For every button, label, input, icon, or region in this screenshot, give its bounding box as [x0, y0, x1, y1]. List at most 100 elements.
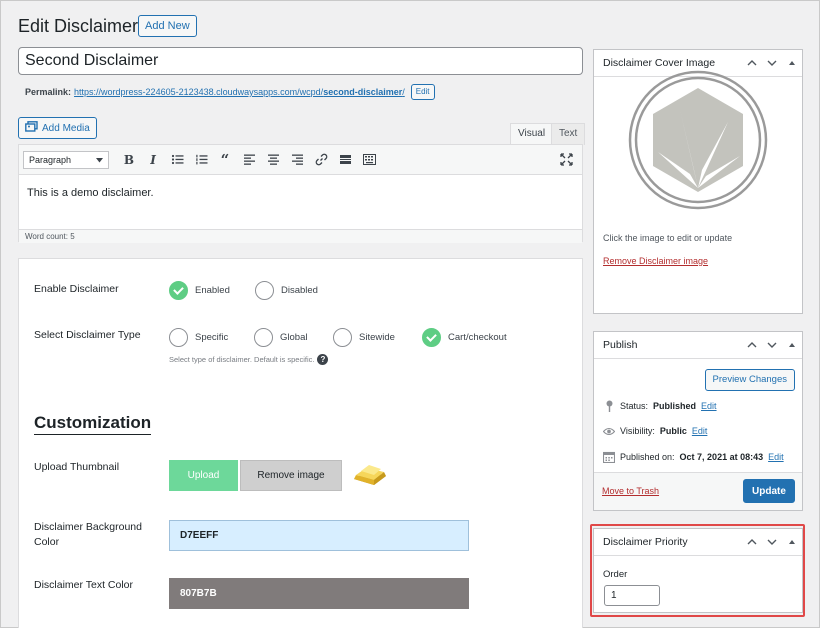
bullet-list-icon[interactable] — [165, 148, 189, 172]
media-icon — [25, 120, 38, 136]
add-media-button[interactable]: Add Media — [18, 117, 97, 139]
move-down-icon[interactable] — [762, 532, 782, 552]
radio-disabled[interactable]: Disabled — [255, 281, 318, 300]
permalink-edit-button[interactable]: Edit — [410, 84, 435, 100]
published-on-value: Oct 7, 2021 at 08:43 — [679, 452, 764, 462]
priority-box-title: Disclaimer Priority — [603, 536, 688, 548]
editor-content[interactable]: This is a demo disclaimer. — [19, 175, 582, 229]
published-on-row: Published on: Oct 7, 2021 at 08:43 Edit — [603, 451, 784, 463]
publish-box: Publish Preview Changes Status: Publishe… — [593, 331, 803, 511]
priority-box-header: Disclaimer Priority — [594, 529, 802, 556]
calendar-icon — [603, 451, 615, 463]
align-center-icon[interactable] — [261, 148, 285, 172]
radio-global[interactable]: Global — [254, 328, 307, 347]
numbered-list-icon[interactable] — [189, 148, 213, 172]
add-media-label: Add Media — [42, 122, 90, 134]
radio-specific-label: Specific — [195, 332, 229, 343]
text-color-field[interactable]: 807B7B — [169, 578, 469, 609]
permalink: Permalink: https://wordpress-224605-2123… — [25, 84, 435, 100]
status-label: Status: — [620, 401, 649, 411]
permalink-tail: / — [402, 87, 405, 97]
status-edit-link[interactable]: Edit — [701, 401, 717, 411]
cover-image-box-title: Disclaimer Cover Image — [603, 57, 716, 69]
status-row: Status: Published Edit — [603, 400, 717, 412]
radio-cart-checkout-label: Cart/checkout — [448, 332, 507, 343]
type-hint-text: Select type of disclaimer. Default is sp… — [169, 355, 315, 364]
radio-enabled-label: Enabled — [195, 285, 230, 296]
bg-color-label: Disclaimer Background Color — [34, 521, 142, 548]
radio-specific[interactable]: Specific — [169, 328, 228, 347]
radio-unchecked-icon — [169, 328, 188, 347]
disclaimer-priority-box: Disclaimer Priority Order — [593, 528, 803, 613]
editor-toolbar: Paragraph B I “ — [19, 145, 582, 175]
move-to-trash-link[interactable]: Move to Trash — [602, 486, 659, 496]
type-hint: Select type of disclaimer. Default is sp… — [169, 354, 329, 365]
published-on-edit-link[interactable]: Edit — [768, 452, 784, 462]
permalink-slug: second-disclaimer — [323, 87, 403, 97]
permalink-link[interactable]: https://wordpress-224605-2123438.cloudwa… — [74, 87, 405, 97]
move-up-icon[interactable] — [742, 335, 762, 355]
post-title-input[interactable] — [18, 47, 583, 75]
publish-box-title: Publish — [603, 339, 638, 351]
pin-icon — [603, 400, 615, 412]
link-icon[interactable] — [309, 148, 333, 172]
radio-enabled[interactable]: Enabled — [169, 281, 230, 300]
cover-image-note: Click the image to edit or update — [603, 233, 733, 243]
page-title: Edit Disclaimer — [18, 16, 139, 36]
text-color-label: Disclaimer Text Color — [34, 579, 133, 591]
bg-color-field[interactable]: D7EEFF — [169, 520, 469, 551]
gold-bar-thumbnail — [352, 462, 388, 493]
tab-visual[interactable]: Visual — [510, 123, 554, 145]
bold-icon[interactable]: B — [117, 148, 141, 172]
visibility-value: Public — [659, 426, 687, 436]
radio-unchecked-icon — [255, 281, 274, 300]
preview-changes-button[interactable]: Preview Changes — [704, 369, 795, 391]
radio-unchecked-icon — [254, 328, 273, 347]
radio-global-label: Global — [280, 332, 308, 343]
radio-sitewide[interactable]: Sitewide — [333, 328, 395, 347]
remove-cover-image-link[interactable]: Remove Disclaimer image — [603, 256, 708, 266]
help-icon[interactable]: ? — [317, 354, 329, 365]
permalink-label: Permalink: — [25, 87, 72, 97]
format-select-value: Paragraph — [29, 154, 72, 165]
collapse-icon[interactable] — [782, 532, 802, 552]
enable-disclaimer-label: Enable Disclaimer — [34, 283, 119, 295]
published-on-label: Published on: — [620, 452, 675, 462]
blockquote-icon[interactable]: “ — [213, 148, 237, 172]
fullscreen-icon[interactable] — [554, 148, 578, 172]
align-right-icon[interactable] — [285, 148, 309, 172]
add-new-button[interactable]: Add New — [138, 15, 197, 37]
radio-checked-icon — [422, 328, 441, 347]
format-select[interactable]: Paragraph — [23, 150, 109, 169]
remove-image-button[interactable]: Remove image — [240, 460, 342, 491]
radio-disabled-label: Disabled — [281, 285, 318, 296]
visibility-row: Visibility: Public Edit — [603, 426, 707, 436]
radio-checked-icon — [169, 281, 188, 300]
align-left-icon[interactable] — [237, 148, 261, 172]
customization-heading: Customization — [34, 413, 152, 435]
publish-actions: Move to Trash Update — [594, 472, 802, 510]
collapse-icon[interactable] — [782, 335, 802, 355]
toolbar-toggle-icon[interactable] — [357, 148, 381, 172]
visibility-edit-link[interactable]: Edit — [692, 426, 708, 436]
order-input[interactable] — [604, 585, 660, 606]
read-more-icon[interactable] — [333, 148, 357, 172]
status-value: Published — [653, 401, 697, 411]
cover-image-box: Disclaimer Cover Image Click the image t… — [593, 49, 803, 314]
disclaimer-settings-panel: Enable Disclaimer Enabled Disabled Selec… — [18, 258, 583, 628]
tab-text[interactable]: Text — [551, 123, 586, 145]
move-up-icon[interactable] — [742, 532, 762, 552]
radio-unchecked-icon — [333, 328, 352, 347]
upload-button[interactable]: Upload — [169, 460, 238, 491]
move-down-icon[interactable] — [762, 335, 782, 355]
permalink-base: https://wordpress-224605-2123438.cloudwa… — [74, 87, 324, 97]
cover-image[interactable] — [628, 70, 768, 215]
upload-thumbnail-label: Upload Thumbnail — [34, 461, 120, 473]
radio-cart-checkout[interactable]: Cart/checkout — [422, 328, 507, 347]
update-button[interactable]: Update — [743, 479, 795, 503]
italic-icon[interactable]: I — [141, 148, 165, 172]
publish-box-header: Publish — [594, 332, 802, 359]
collapse-icon[interactable] — [782, 53, 802, 73]
chevron-down-icon — [96, 155, 103, 165]
eye-icon — [603, 427, 615, 436]
